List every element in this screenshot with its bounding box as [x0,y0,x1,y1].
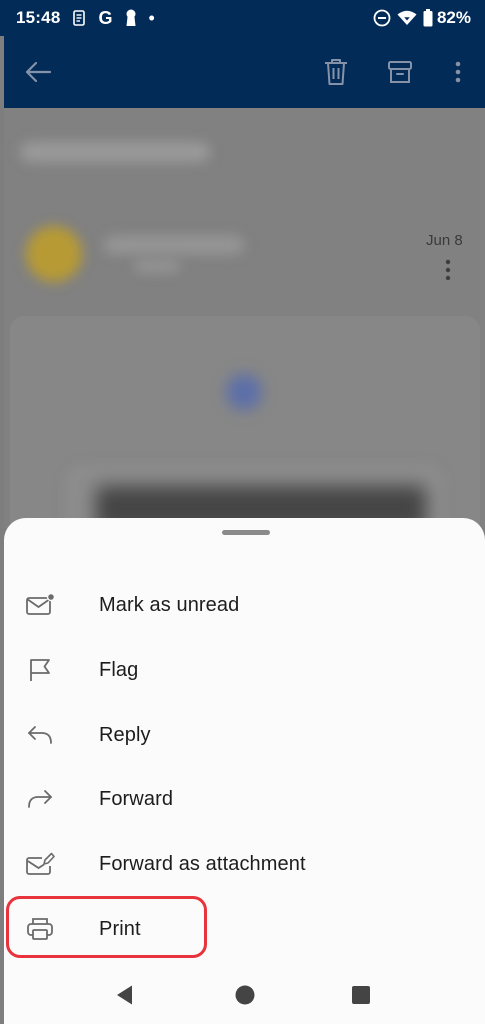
wifi-icon [397,10,417,26]
message-date: Jun 8 [426,232,463,249]
app-toolbar [4,36,485,108]
menu-item-label: Flag [99,658,139,681]
menu-item-reply[interactable]: Reply [4,706,485,764]
menu-item-label: Reply [99,723,151,746]
reply-icon [24,720,56,750]
menu-item-mark-as-unread[interactable]: Mark as unread [4,576,485,634]
forward-icon [24,784,56,814]
print-highlight-box [6,896,207,958]
email-content-dimmed: Jun 8 [4,108,485,528]
delete-icon[interactable] [318,54,354,90]
system-nav-bar [4,966,485,1024]
battery-icon [423,9,433,27]
google-icon: G [98,7,113,28]
status-time: 15:48 [16,8,61,27]
email-subject-redacted [20,142,210,162]
menu-item-flag[interactable]: Flag [4,641,485,699]
keyhole-icon [125,9,137,27]
menu-item-label: Mark as unread [99,593,240,616]
back-arrow-icon[interactable] [20,54,56,90]
nav-back-icon[interactable] [112,982,138,1008]
mark-unread-icon [24,590,56,620]
avatar [26,226,82,282]
battery-level: 82% [436,8,471,27]
flag-icon [24,655,56,685]
do-not-disturb-icon [373,9,391,27]
nav-recents-icon[interactable] [348,982,374,1008]
message-more-icon [444,258,452,287]
forward-attachment-icon [24,849,56,879]
menu-item-label: Forward as attachment [99,852,306,875]
notification-icon [72,10,86,26]
nav-home-icon[interactable] [232,982,258,1008]
dot-icon: • [148,8,155,28]
drag-handle[interactable] [222,530,270,535]
message-image-redacted [226,374,262,410]
status-bar: 15:48 G • 82% [0,0,485,36]
actions-bottom-sheet: Mark as unread Flag Reply Forward Forwar… [4,518,485,1024]
more-vertical-icon[interactable] [440,54,476,90]
archive-icon[interactable] [382,54,418,90]
sender-detail-redacted [134,260,180,272]
menu-item-forward[interactable]: Forward [4,770,485,828]
menu-item-forward-as-attachment[interactable]: Forward as attachment [4,835,485,893]
sender-name-redacted [104,236,244,254]
menu-item-label: Forward [99,787,174,810]
